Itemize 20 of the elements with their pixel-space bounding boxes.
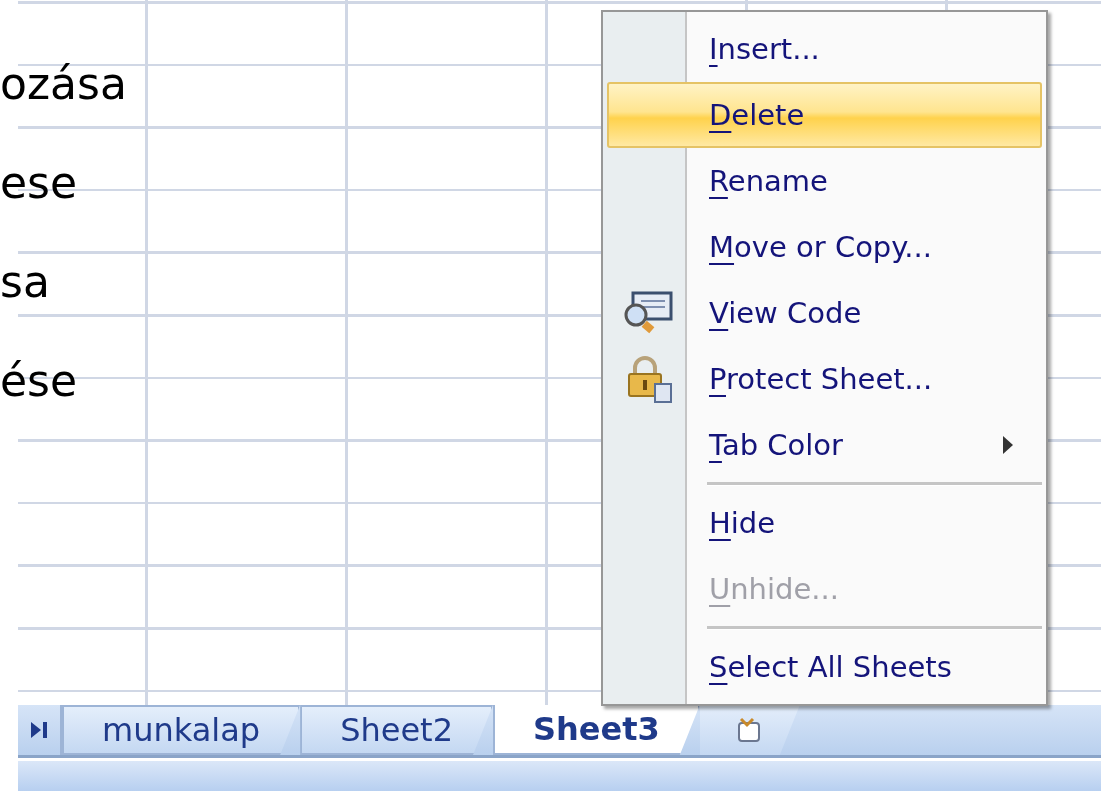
sheet-tab[interactable]: munkalap <box>62 705 301 755</box>
sheet-tab[interactable]: Sheet3 <box>493 705 700 755</box>
sheet-tab[interactable]: Sheet2 <box>300 705 493 755</box>
sheet-text: ozása <box>0 57 127 111</box>
submenu-arrow-icon <box>1002 435 1014 455</box>
menu-item[interactable]: Protect Sheet... <box>607 346 1042 412</box>
menu-item[interactable]: Move or Copy... <box>607 214 1042 280</box>
menu-item[interactable]: Hide <box>607 490 1042 556</box>
sheet-text: ese <box>0 156 78 210</box>
menu-item[interactable]: Tab Color <box>607 412 1042 478</box>
menu-item[interactable]: View Code <box>607 280 1042 346</box>
magnifier-document-icon <box>623 291 673 335</box>
menu-item[interactable]: Rename <box>607 148 1042 214</box>
last-sheet-icon <box>30 720 48 740</box>
menu-item[interactable]: Delete <box>607 82 1042 148</box>
insert-sheet-tab[interactable] <box>699 705 800 755</box>
sheet-text: sa <box>0 255 50 309</box>
menu-item[interactable]: Select All Sheets <box>607 634 1042 700</box>
menu-item[interactable]: Insert... <box>607 16 1042 82</box>
sheet-text: ése <box>0 354 78 408</box>
